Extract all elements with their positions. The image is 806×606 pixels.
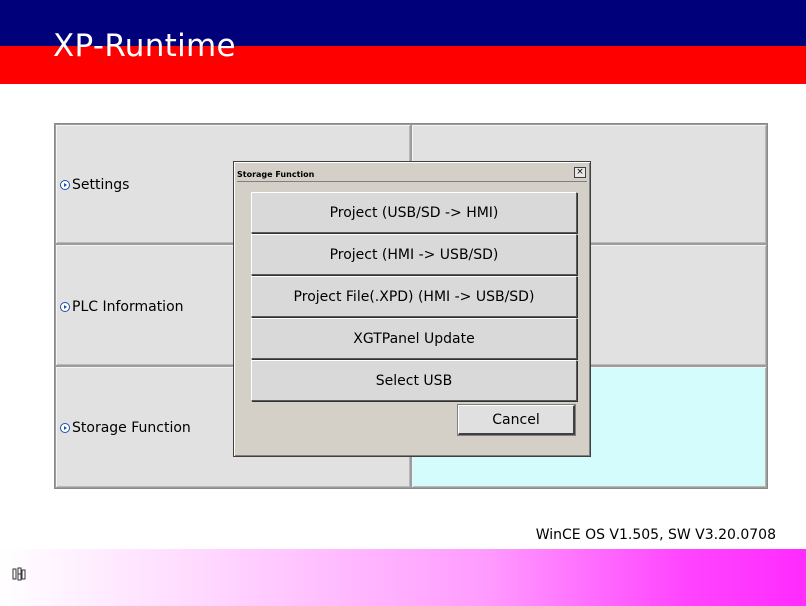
arrow-bullet-icon [60,302,70,312]
select-usb-button[interactable]: Select USB [251,360,577,401]
menu-item-text: PLC Information [72,299,184,315]
dialog-title: Storage Function [237,170,315,179]
dialog-title-divider [237,181,587,182]
project-hmi-to-usb-button[interactable]: Project (HMI -> USB/SD) [251,234,577,275]
menu-item-text: Storage Function [72,420,191,436]
menu-item-plc-information-label: PLC Information [60,299,184,315]
menu-item-text: Settings [72,177,130,193]
storage-function-dialog: Storage Function × Project (USB/SD -> HM… [233,161,591,457]
cancel-button[interactable]: Cancel [457,404,576,436]
close-icon[interactable]: × [574,167,586,178]
header-banner: XP-Runtime [0,0,806,84]
xgtpanel-update-button[interactable]: XGTPanel Update [251,318,577,359]
project-usb-to-hmi-button[interactable]: Project (USB/SD -> HMI) [251,192,577,233]
arrow-bullet-icon [60,423,70,433]
version-info: WinCE OS V1.505, SW V3.20.0708 [535,527,776,543]
menu-item-settings-label: Settings [60,177,129,193]
keyboard-icon[interactable] [12,567,26,581]
arrow-bullet-icon [60,180,70,190]
footer-taskbar [0,549,806,606]
menu-item-storage-function-label: Storage Function [60,420,191,436]
app-title: XP-Runtime [53,28,236,64]
project-file-xpd-button[interactable]: Project File(.XPD) (HMI -> USB/SD) [251,276,577,317]
